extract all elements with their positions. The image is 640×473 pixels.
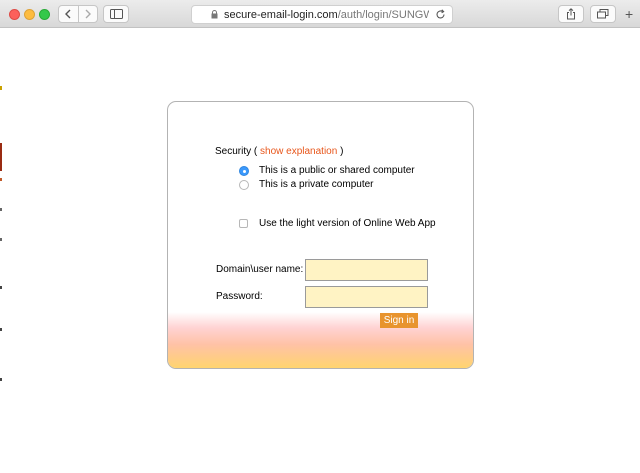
back-icon: [65, 9, 71, 19]
url-host: secure-email-login.com: [224, 8, 338, 21]
share-button[interactable]: [558, 5, 584, 23]
security-close: ): [340, 146, 344, 157]
page-edge-marks: [0, 28, 3, 473]
forward-icon: [85, 9, 91, 19]
edge-mark: [0, 143, 2, 171]
forward-button[interactable]: [77, 6, 98, 22]
public-computer-label: This is a public or shared computer: [259, 165, 415, 176]
login-panel: [167, 101, 474, 369]
edge-mark: [0, 238, 2, 241]
edge-mark: [0, 86, 2, 90]
show-explanation-link[interactable]: show explanation: [260, 146, 337, 157]
back-button[interactable]: [59, 6, 78, 22]
private-computer-radio[interactable]: [239, 180, 249, 190]
zoom-window-button[interactable]: [39, 9, 50, 20]
sign-in-button[interactable]: Sign in: [380, 313, 418, 328]
minimize-window-button[interactable]: [24, 9, 35, 20]
edge-mark: [0, 208, 2, 211]
new-tab-icon[interactable]: +: [625, 7, 633, 21]
url-text: secure-email-login.com/auth/login/SUNGWD…: [224, 9, 429, 21]
share-icon: [567, 8, 575, 20]
username-input[interactable]: [305, 259, 428, 281]
password-label: Password:: [216, 291, 263, 302]
reload-icon[interactable]: [435, 9, 446, 20]
edge-mark: [0, 178, 2, 181]
light-version-label: Use the light version of Online Web App: [259, 218, 436, 229]
edge-mark: [0, 378, 2, 381]
username-label: Domain\user name:: [216, 264, 304, 275]
security-label-row: Security ( show explanation ): [215, 146, 343, 157]
light-version-checkbox[interactable]: [239, 219, 248, 228]
panel-gradient: [168, 312, 473, 368]
password-input[interactable]: [305, 286, 428, 308]
close-window-button[interactable]: [9, 9, 20, 20]
security-label: Security (: [215, 146, 258, 157]
address-bar[interactable]: secure-email-login.com/auth/login/SUNGWD…: [191, 5, 453, 24]
sidebar-icon: [109, 9, 123, 19]
edge-mark: [0, 286, 2, 289]
navigation-buttons: [58, 5, 98, 23]
tabs-icon: [597, 9, 609, 19]
browser-toolbar: secure-email-login.com/auth/login/SUNGWD…: [0, 0, 640, 28]
public-computer-radio[interactable]: [239, 166, 249, 176]
show-tabs-button[interactable]: [590, 5, 616, 23]
url-path: /auth/login/SUNGWDJERY: [337, 8, 429, 21]
sidebar-button[interactable]: [103, 5, 129, 23]
lock-icon: [211, 10, 218, 19]
edge-mark: [0, 328, 2, 331]
private-computer-label: This is a private computer: [259, 179, 374, 190]
